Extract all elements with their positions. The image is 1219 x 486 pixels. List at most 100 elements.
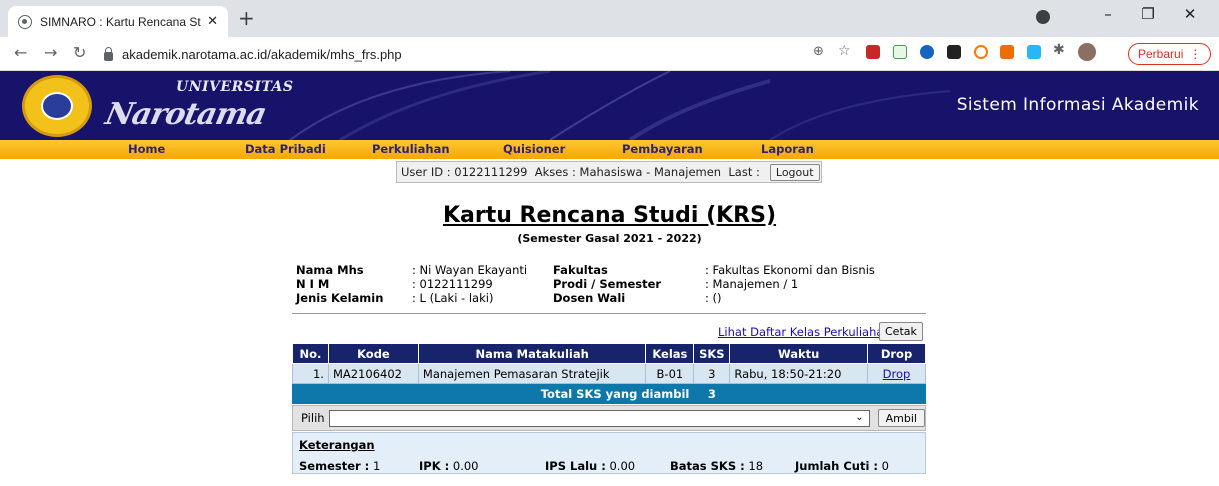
- ips-info: IPS Lalu : 0.00: [545, 459, 635, 473]
- total-spacer: [867, 383, 926, 404]
- update-label: Perbarui: [1138, 47, 1184, 61]
- logo-wordmark-top: UNIVERSITAS: [176, 79, 294, 95]
- jumlah-cuti-info: Jumlah Cuti : 0: [795, 459, 889, 473]
- cell-no: 1.: [292, 363, 329, 384]
- nav-quisioner[interactable]: Quisioner: [503, 142, 565, 156]
- main-nav: Home Data Pribadi Perkuliahan Quisioner …: [0, 140, 1219, 159]
- col-header-kelas: Kelas: [645, 343, 695, 364]
- url-text: akademik.narotama.ac.id/akademik/mhs_frs…: [122, 46, 402, 62]
- user-info-bar: User ID : 0122111299 Akses : Mahasiswa -…: [396, 161, 822, 183]
- cell-kode: MA2106402: [327, 363, 419, 384]
- more-menu-icon: ⋮: [1189, 47, 1202, 61]
- divider: [292, 313, 926, 314]
- extension-icon[interactable]: [1000, 45, 1014, 59]
- dosen-wali-value: : (): [705, 291, 722, 305]
- star-icon[interactable]: ☆: [838, 43, 851, 59]
- logout-button[interactable]: Logout: [769, 163, 820, 181]
- total-row: Total SKS yang diambil 3: [291, 383, 926, 404]
- matakuliah-select[interactable]: ⌄: [328, 409, 870, 427]
- new-tab-icon[interactable]: +: [238, 6, 255, 30]
- nav-data-pribadi[interactable]: Data Pribadi: [245, 142, 326, 156]
- close-window-icon[interactable]: ✕: [1180, 5, 1200, 23]
- nav-perkuliahan[interactable]: Perkuliahan: [372, 142, 450, 156]
- drop-link[interactable]: Drop: [883, 367, 911, 381]
- col-header-drop: Drop: [867, 343, 926, 364]
- system-title: Sistem Informasi Akademik: [956, 95, 1199, 115]
- keterangan-box: Keterangan Semester : 1 IPK : 0.00 IPS L…: [292, 432, 926, 474]
- zoom-icon[interactable]: ⊕: [813, 44, 824, 59]
- fakultas-value: : Fakultas Ekonomi dan Bisnis: [705, 263, 875, 277]
- dosen-wali-label: Dosen Wali: [553, 291, 626, 305]
- table-row: 1. MA2106402 Manajemen Pemasaran Stratej…: [292, 363, 926, 384]
- prodi-value: : Manajemen / 1: [705, 277, 799, 291]
- total-label: Total SKS yang diambil: [291, 383, 695, 404]
- nama-value: : Ni Wayan Ekayanti: [412, 263, 528, 277]
- table-header-row: No. Kode Nama Matakuliah Kelas SKS Waktu…: [292, 343, 926, 364]
- restore-icon[interactable]: ❐: [1138, 5, 1158, 23]
- jenis-kelamin-label: Jenis Kelamin: [296, 291, 384, 305]
- semester-info-label: Semester :: [299, 459, 370, 473]
- minimize-icon[interactable]: –: [1098, 5, 1118, 23]
- cell-nama-matakuliah: Manajemen Pemasaran Stratejik: [417, 363, 647, 384]
- ambil-button[interactable]: Ambil: [877, 409, 925, 427]
- jumlah-cuti-value: 0: [881, 459, 889, 473]
- nim-label: N I M: [296, 277, 330, 291]
- close-tab-icon[interactable]: ✕: [207, 14, 218, 29]
- ipk-value: 0.00: [452, 459, 479, 473]
- page-title-text: Kartu Rencana Studi (KRS): [442, 203, 777, 228]
- cell-waktu: Rabu, 18:50-21:20: [729, 363, 869, 384]
- ips-value: 0.00: [609, 459, 636, 473]
- extension-icon[interactable]: [947, 45, 961, 59]
- fakultas-label: Fakultas: [553, 263, 608, 277]
- keterangan-title: Keterangan: [299, 438, 375, 452]
- header-decoration: [289, 71, 950, 140]
- semester-info: Semester : 1: [299, 459, 380, 473]
- update-button[interactable]: Perbarui ⋮: [1128, 43, 1212, 65]
- cell-drop: Drop: [867, 363, 926, 384]
- semester-info-value: 1: [372, 459, 381, 473]
- forward-icon[interactable]: →: [44, 43, 57, 62]
- reload-icon[interactable]: ↻: [73, 43, 86, 62]
- jumlah-cuti-label: Jumlah Cuti :: [795, 459, 879, 473]
- avatar[interactable]: [1078, 43, 1096, 61]
- total-spacer: [729, 383, 869, 404]
- browser-tab[interactable]: SIMNARO : Kartu Rencana Studi ✕: [8, 6, 228, 37]
- nav-laporan[interactable]: Laporan: [761, 142, 814, 156]
- logo-wordmark: Narotama: [102, 97, 269, 132]
- address-bar[interactable]: akademik.narotama.ac.id/akademik/mhs_frs…: [104, 42, 864, 66]
- extension-icon[interactable]: [920, 45, 934, 59]
- extension-icon[interactable]: [1027, 45, 1041, 59]
- col-header-sks: SKS: [693, 343, 731, 364]
- extension-icon[interactable]: [866, 45, 880, 59]
- lihat-daftar-kelas-link[interactable]: Lihat Daftar Kelas Perkuliahan: [718, 325, 891, 339]
- ipk-label: IPK :: [419, 459, 450, 473]
- cell-kelas: B-01: [645, 363, 695, 384]
- batas-sks-info: Batas SKS : 18: [670, 459, 763, 473]
- ips-label: IPS Lalu :: [545, 459, 606, 473]
- extension-icon[interactable]: [974, 45, 988, 59]
- university-logo: [22, 75, 92, 137]
- cetak-button[interactable]: Cetak: [879, 322, 923, 341]
- puzzle-icon[interactable]: ✱: [1053, 42, 1065, 58]
- site-header: UNIVERSITAS Narotama Sistem Informasi Ak…: [0, 71, 1219, 140]
- total-sks-value: 3: [693, 383, 731, 404]
- nav-pembayaran[interactable]: Pembayaran: [622, 142, 703, 156]
- col-header-nama-matakuliah: Nama Matakuliah: [417, 343, 647, 364]
- batas-sks-value: 18: [748, 459, 764, 473]
- profile-icon[interactable]: [1036, 10, 1050, 24]
- ipk-info: IPK : 0.00: [419, 459, 479, 473]
- lock-icon: [104, 46, 113, 61]
- extension-icon[interactable]: [893, 45, 907, 59]
- semester-subtitle: (Semester Gasal 2021 - 2022): [517, 232, 702, 245]
- page-title: Kartu Rencana Studi (KRS): [0, 203, 1219, 228]
- browser-tab-bar: SIMNARO : Kartu Rencana Studi ✕ + – ❐ ✕: [0, 0, 1219, 37]
- nav-home[interactable]: Home: [128, 142, 165, 156]
- krs-table: No. Kode Nama Matakuliah Kelas SKS Waktu…: [291, 343, 926, 404]
- tab-title: SIMNARO : Kartu Rencana Studi: [39, 14, 202, 29]
- back-icon[interactable]: ←: [14, 43, 27, 62]
- globe-icon: [18, 14, 32, 29]
- prodi-label: Prodi / Semester: [553, 277, 662, 291]
- user-info-text: User ID : 0122111299 Akses : Mahasiswa -…: [401, 165, 760, 179]
- pilih-label: Pilih: [301, 411, 325, 425]
- nama-label: Nama Mhs: [296, 263, 364, 277]
